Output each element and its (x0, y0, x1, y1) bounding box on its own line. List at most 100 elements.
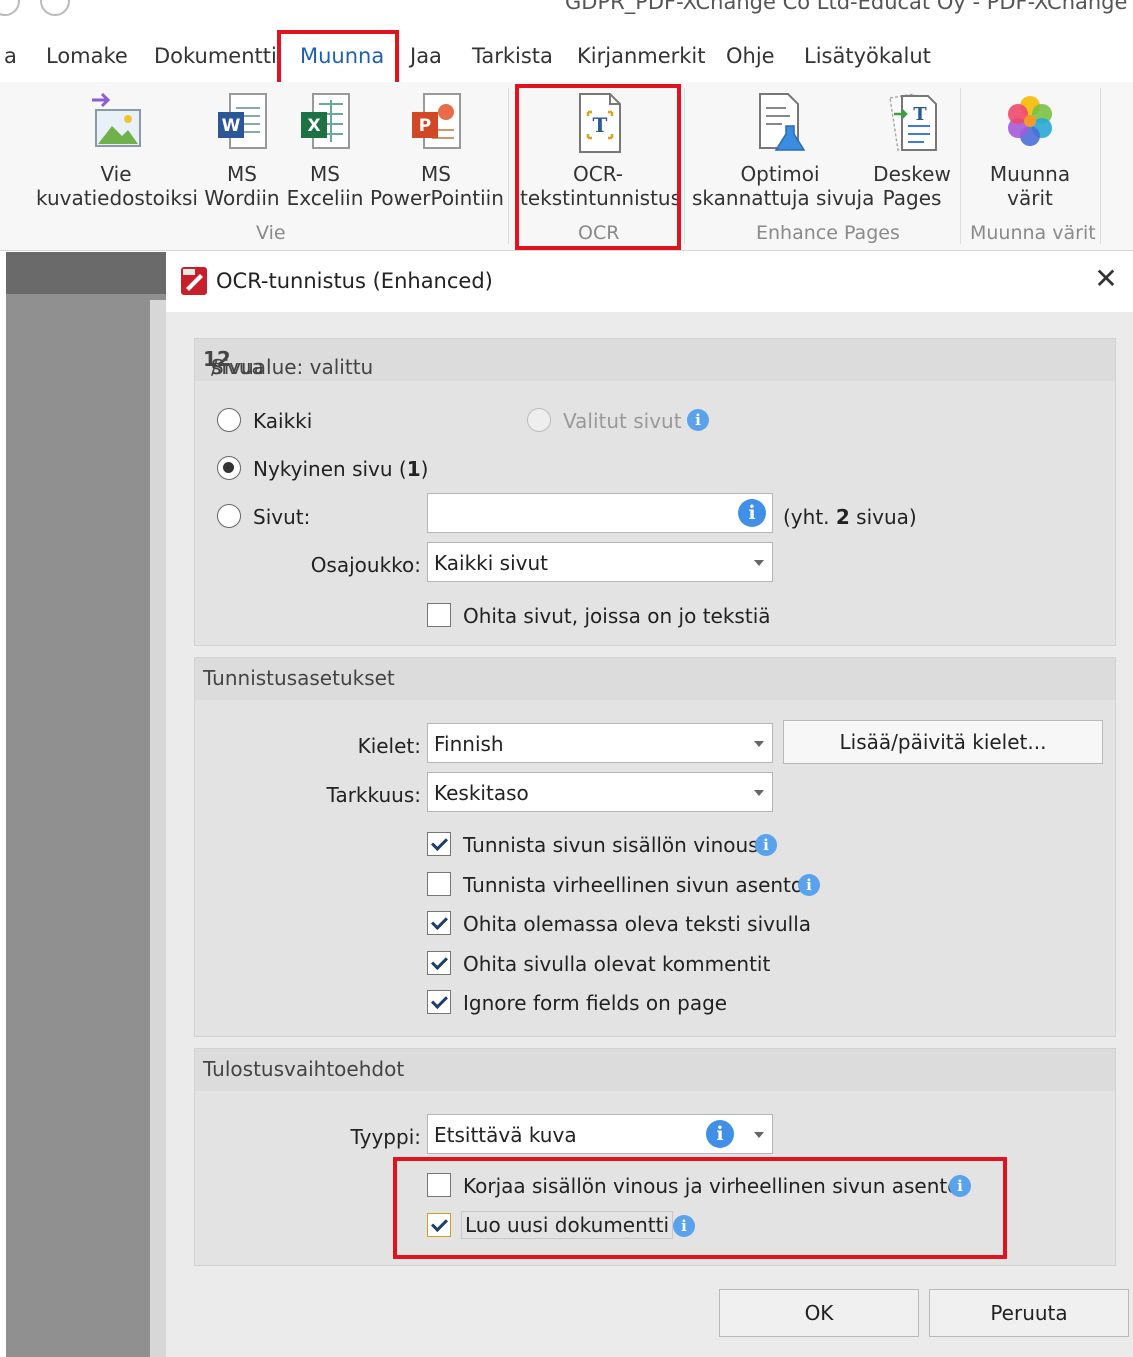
group-label-enhance: Enhance Pages (756, 222, 900, 244)
tab-dokumentti[interactable]: Dokumentti (154, 44, 277, 68)
tab-partial[interactable]: a (4, 44, 17, 68)
languages-value: Finnish (434, 732, 504, 756)
languages-label: Kielet: (357, 734, 421, 758)
optimize-scanned-button[interactable]: Optimoi skannattuja sivuja (692, 82, 874, 230)
skip-text-pages-checkbox[interactable] (427, 603, 451, 627)
detect-orientation-checkbox[interactable] (427, 872, 451, 896)
subset-label: Osajoukko: (310, 553, 421, 577)
optimize-label-1: Optimoi (740, 162, 820, 186)
skip-existing-text-checkbox[interactable] (427, 911, 451, 935)
window-title: GDPR_PDF-XChange Co Ltd-Educat Oy - PDF-… (565, 0, 1133, 14)
subset-value: Kaikki sivut (434, 551, 548, 575)
image-export-icon (92, 92, 141, 147)
tab-lisatyokalut[interactable]: Lisätyökalut (804, 44, 931, 68)
type-select[interactable]: Etsittävä kuva i (427, 1114, 773, 1154)
cancel-button[interactable]: Peruuta (929, 1289, 1129, 1337)
forward-icon[interactable] (40, 0, 70, 16)
convert-colors-label-2: värit (1007, 186, 1053, 210)
tab-jaa[interactable]: Jaa (410, 44, 442, 68)
menu-tabs: a Lomake Dokumentti Muunna Jaa Tarkista … (0, 30, 1133, 82)
ms-word-label-1: MS (227, 162, 257, 186)
document-page-edge (150, 300, 166, 1357)
detect-orientation-label: Tunnista virheellinen sivun asento (463, 873, 804, 897)
type-value: Etsittävä kuva (434, 1123, 577, 1147)
skip-comments-checkbox[interactable] (427, 951, 451, 975)
skip-comments-label: Ohita sivulla olevat kommentit (463, 952, 771, 976)
accuracy-value: Keskitaso (434, 781, 529, 805)
recognition-header-text: Tunnistusasetukset (203, 666, 395, 690)
detect-skew-label: Tunnista sivun sisällön vinous (463, 833, 759, 857)
all-pages-radio[interactable] (217, 408, 241, 432)
excel-icon: X (301, 93, 350, 149)
selected-pages-radio (527, 408, 551, 432)
group-label-vie: Vie (256, 222, 286, 244)
pdf-app-icon (181, 267, 207, 295)
convert-colors-label-1: Muunna (989, 162, 1071, 186)
group-separator (1100, 88, 1101, 244)
ms-word-label-2: Wordiin (204, 186, 280, 210)
output-header: Tulostusvaihtoehdot (195, 1049, 1115, 1091)
tab-kirjanmerkit[interactable]: Kirjanmerkit (577, 44, 706, 68)
page-range-suffix: sivua (211, 355, 264, 379)
current-page-radio[interactable] (217, 456, 241, 480)
tab-ohje[interactable]: Ohje (726, 44, 775, 68)
skip-existing-text-label: Ohita olemassa oleva teksti sivulla (463, 912, 812, 936)
deskew-label-1: Deskew (873, 162, 951, 186)
recognition-panel: Tunnistusasetukset Kielet: Finnish Lisää… (194, 657, 1116, 1037)
ignore-form-fields-checkbox[interactable] (427, 990, 451, 1014)
page-range-header: Sivualue: valittu 1 / 2 sivua (195, 339, 1115, 381)
current-page-label: Nykyinen sivu (1) (253, 457, 428, 481)
close-icon[interactable]: ✕ (1091, 264, 1121, 294)
total-pages-label: (yht. 2 sivua) (783, 505, 917, 529)
deskew-icon: T (889, 93, 937, 151)
export-images-label-2: kuvatiedostoiksi (36, 186, 198, 210)
skip-text-pages-label: Ohita sivut, joissa on jo tekstiä (463, 604, 771, 628)
optimize-flask-icon (759, 93, 806, 151)
subset-select[interactable]: Kaikki sivut (427, 542, 773, 582)
svg-text:P: P (419, 116, 431, 136)
ms-excel-button[interactable]: X MS Exceliin (286, 82, 364, 230)
info-icon[interactable]: i (798, 874, 820, 896)
info-icon[interactable]: i (706, 1120, 734, 1148)
deskew-label-2: Pages (882, 186, 942, 210)
accuracy-select[interactable]: Keskitaso (427, 772, 773, 812)
ignore-form-fields-label: Ignore form fields on page (463, 991, 728, 1015)
group-separator (960, 88, 961, 244)
back-icon[interactable] (0, 0, 20, 16)
chevron-down-icon (754, 1132, 764, 1138)
ms-word-button[interactable]: W MS Wordiin (204, 82, 280, 230)
chevron-down-icon (754, 790, 764, 796)
highlight-ocr-button (515, 84, 681, 250)
accuracy-label: Tarkkuus: (326, 783, 421, 807)
total-pages-number: 2 (835, 505, 850, 529)
chevron-down-icon (754, 560, 764, 566)
ms-powerpoint-label-2: PowerPointiin (370, 186, 504, 210)
svg-text:W: W (222, 116, 241, 136)
tab-tarkista[interactable]: Tarkista (472, 44, 553, 68)
highlight-muunna-tab (277, 30, 399, 88)
total-pages-prefix: (yht. (783, 505, 836, 529)
selected-pages-label: Valitut sivut (563, 409, 682, 433)
ok-button[interactable]: OK (719, 1289, 919, 1337)
recognition-header: Tunnistusasetukset (195, 658, 1115, 700)
info-icon[interactable]: i (738, 499, 766, 527)
deskew-pages-button[interactable]: T Deskew Pages (868, 82, 956, 230)
tab-lomake[interactable]: Lomake (46, 44, 128, 68)
languages-select[interactable]: Finnish (427, 723, 773, 763)
convert-colors-button[interactable]: Muunna värit (976, 82, 1084, 230)
color-flower-icon (1008, 96, 1052, 146)
ms-excel-label-1: MS (310, 162, 340, 186)
ms-powerpoint-button[interactable]: P MS PowerPointiin (370, 82, 504, 230)
all-pages-label: Kaikki (253, 409, 313, 433)
info-icon[interactable]: i (755, 834, 777, 856)
pages-input[interactable]: i (427, 493, 773, 533)
detect-skew-checkbox[interactable] (427, 832, 451, 856)
export-images-button[interactable]: Vie kuvatiedostoiksi (36, 82, 198, 230)
add-languages-button[interactable]: Lisää/päivitä kielet... (783, 720, 1103, 764)
total-pages-suffix: sivua) (849, 505, 917, 529)
current-page-prefix: Nykyinen sivu ( (253, 457, 407, 481)
info-icon[interactable]: i (687, 409, 709, 431)
window-titlebar: GDPR_PDF-XChange Co Ltd-Educat Oy - PDF-… (0, 0, 1133, 22)
pages-radio[interactable] (217, 504, 241, 528)
type-label: Tyyppi: (350, 1125, 421, 1149)
